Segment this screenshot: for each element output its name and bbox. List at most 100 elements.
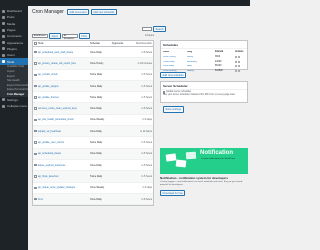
row-checkbox[interactable] (34, 50, 37, 54)
bulk-actions-select[interactable]: Bulk Actions (32, 34, 48, 38)
hook-name[interactable]: Cron (38, 198, 90, 201)
promo-card-graphic (165, 153, 177, 162)
hook-name[interactable]: wp_https_detection (38, 175, 90, 178)
row-checkbox[interactable] (34, 152, 37, 156)
schedules-table: Label Slug Interval Actions Once Hourly h… (161, 49, 247, 74)
filter-button[interactable]: Filter (79, 33, 90, 40)
sidebar-item-label: Tools (7, 59, 15, 64)
schedule-label[interactable]: Once Hourly (163, 56, 187, 58)
delete-icon[interactable] (238, 65, 240, 68)
schedules-col-actions: Actions (235, 51, 244, 54)
hook-name[interactable]: wp_version_check (38, 73, 90, 76)
edit-icon[interactable] (235, 70, 237, 73)
row-checkbox[interactable] (34, 118, 37, 122)
next-execution: in 8 hours (141, 107, 153, 111)
sidebar-item-label: Settings (7, 97, 18, 102)
delete-icon[interactable] (238, 56, 240, 59)
next-execution: in 5 hours (141, 174, 153, 178)
row-checkbox[interactable] (34, 197, 37, 201)
hook-name[interactable]: delete_expired_transients (38, 164, 90, 167)
edit-icon[interactable] (235, 65, 237, 68)
apply-button[interactable]: Apply (49, 33, 61, 40)
search-button[interactable]: Search (153, 26, 167, 33)
row-checkbox[interactable] (34, 130, 37, 133)
sidebar-item-label: Posts (7, 15, 15, 20)
save-settings-button[interactable]: Save settings (163, 106, 184, 113)
table-row: wp_scheduled_delete Once Daily in 8 hours (33, 148, 153, 160)
schedule-interval: 43200 (215, 60, 222, 63)
row-checkbox[interactable] (34, 186, 37, 189)
schedules-title: Schedules (161, 41, 247, 49)
sidebar-item-label: Appearance (7, 40, 24, 45)
row-checkbox[interactable] (34, 163, 37, 167)
schedule-name: Twice Daily (90, 84, 103, 88)
schedule-name: Once Daily (90, 107, 102, 111)
table-row: wp_https_detection Twice Daily in 5 hours (33, 171, 153, 183)
edit-icon[interactable] (235, 60, 237, 63)
column-next-execution[interactable]: Next Execution (133, 42, 153, 45)
promo-download-button[interactable]: Download for free (160, 190, 186, 197)
schedule-name: Once Daily (90, 50, 102, 54)
schedule-filter-select[interactable]: All Schedules (62, 34, 78, 40)
edit-icon[interactable] (235, 56, 237, 59)
header: Cron Manager Add new event Add new sched… (32, 9, 118, 16)
plugins-icon (2, 47, 5, 51)
schedule-actions (235, 56, 245, 59)
sidebar-item-label: Dashboard (7, 9, 22, 14)
row-checkbox[interactable] (34, 62, 37, 65)
sidebar-item-label: Collapse menu (7, 104, 28, 109)
schedule-name: Once Hourly (90, 61, 104, 65)
row-checkbox[interactable] (34, 84, 37, 88)
add-schedule-button[interactable]: Add new schedule (160, 72, 187, 79)
schedule-label[interactable]: Once Daily (163, 65, 187, 67)
next-execution: in 8 hours (141, 50, 153, 54)
table-row: recovery_mode_clean_expired_keys Once Dai… (33, 103, 153, 115)
select-all-checkbox[interactable] (34, 42, 37, 45)
row-checkbox[interactable] (34, 96, 37, 99)
table-row: wp_version_check Twice Daily in 5 hours (33, 70, 153, 81)
hook-name[interactable]: wp_scheduled_auto_draft_delete (38, 51, 90, 54)
tools-icon (2, 60, 5, 64)
hook-name[interactable]: jetpack_v2_heartbeat (38, 130, 90, 133)
hook-name[interactable]: recovery_mode_clean_expired_keys (38, 107, 90, 110)
hook-name[interactable]: wp_site_health_scheduled_check (38, 118, 90, 121)
next-execution: in 6 days (142, 186, 153, 190)
hook-name[interactable]: wp_scheduled_delete (38, 152, 90, 155)
admin-sidebar: Dashboard Posts Media Pages Comments Appearan… (0, 6, 28, 250)
promo-card-graphic (175, 159, 187, 168)
next-execution: in 8 hours (141, 197, 153, 201)
sidebar-item-collapse-menu[interactable]: Collapse menu (0, 103, 28, 109)
delete-icon[interactable] (238, 60, 240, 63)
settings-icon (2, 98, 5, 102)
hook-name[interactable]: wp_privacy_delete_old_export_files (38, 62, 90, 65)
add-new-event-button[interactable]: Add new event (66, 9, 90, 16)
schedule-name: Twice Daily (90, 73, 103, 77)
schedule-actions (235, 60, 245, 63)
sidebar-item-label: Pages (7, 28, 16, 33)
schedule-name: Once Daily (90, 152, 102, 156)
column-hook[interactable]: Hook (38, 42, 90, 45)
appearance-icon (2, 41, 5, 45)
delete-icon[interactable] (238, 70, 240, 73)
posts-icon (2, 15, 5, 19)
hook-name[interactable]: wp_update_themes (38, 96, 90, 99)
server-scheduler-panel: Server Scheduler Enable server scheduler… (160, 81, 248, 113)
promo-text: Custom triggers, send notifications via … (160, 181, 243, 186)
promo-banner[interactable]: Notification Custom notifications for Wo… (160, 148, 248, 174)
hook-name[interactable]: wp_update_user_counts (38, 141, 90, 144)
column-arguments: Arguments (111, 42, 124, 45)
table-row: wp_scheduled_auto_draft_delete Once Daily… (33, 47, 153, 59)
hook-name[interactable]: wp_update_plugins (38, 85, 90, 88)
row-checkbox[interactable] (34, 141, 37, 144)
collapse-icon (2, 104, 5, 108)
add-new-schedule-button[interactable]: Add new schedule (90, 9, 117, 16)
search-input[interactable] (142, 27, 152, 31)
row-checkbox[interactable] (34, 107, 37, 110)
row-checkbox[interactable] (34, 73, 37, 76)
schedule-label[interactable]: Twice Daily (163, 61, 187, 63)
schedule-name: Once Daily (90, 129, 102, 133)
next-execution: in 8 hours (141, 163, 153, 167)
hook-name[interactable]: wp_delete_temp_updater_backups (38, 186, 90, 189)
row-checkbox[interactable] (34, 175, 37, 178)
sidebar-item-label: Comments (7, 34, 22, 39)
